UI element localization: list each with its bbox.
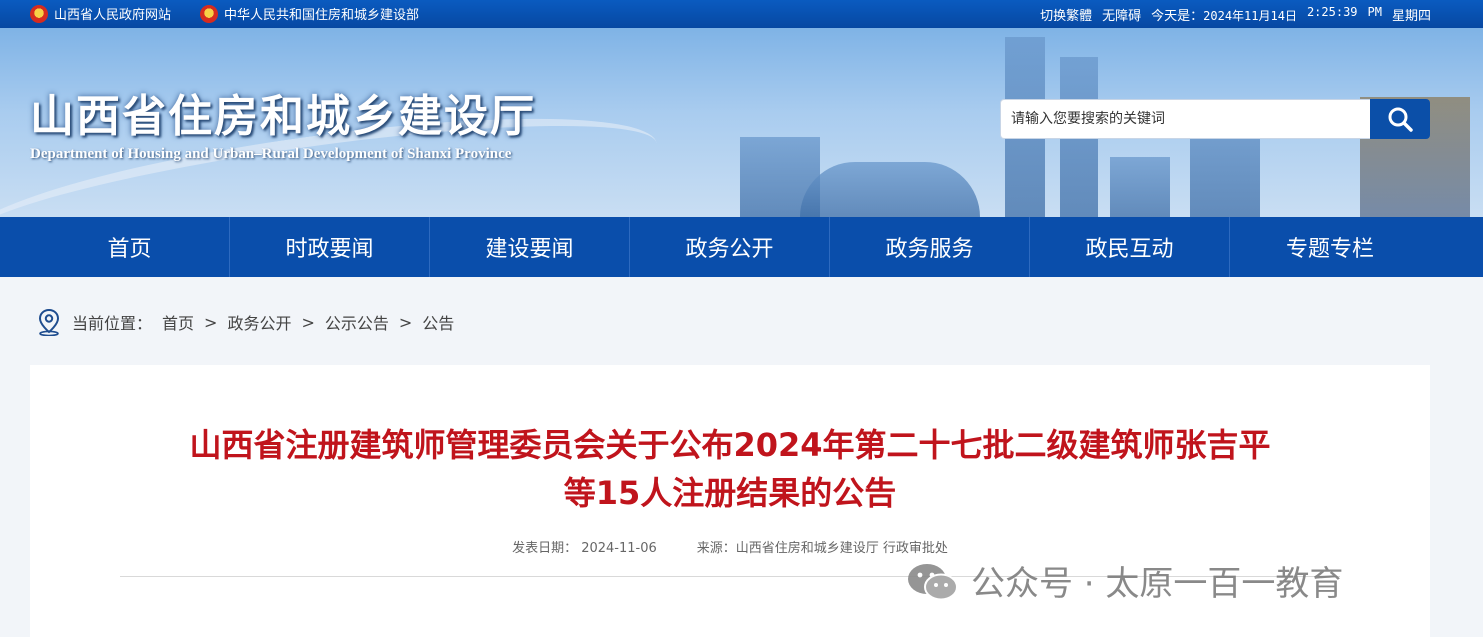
nav-item-government-affairs[interactable]: 政务公开	[630, 217, 830, 277]
main-nav: 首页 时政要闻 建设要闻 政务公开 政务服务 政民互动 专题专栏	[0, 217, 1483, 277]
site-banner: 山西省住房和城乡建设厅 Department of Housing and Ur…	[0, 28, 1483, 217]
nav-item-home[interactable]: 首页	[30, 217, 230, 277]
article-source: 来源：山西省住房和城乡建设厅 行政审批处	[696, 541, 948, 556]
nav-item-construction-news[interactable]: 建设要闻	[430, 217, 630, 277]
wechat-watermark: 公众号 · 太原一百一教育	[905, 556, 1343, 605]
location-pin-icon	[38, 308, 60, 336]
banner-building	[1110, 157, 1170, 217]
today-label: 今天是：2024年11月14日	[1151, 9, 1297, 24]
search-input[interactable]	[1000, 99, 1370, 139]
top-bar: 山西省人民政府网站 中华人民共和国住房和城乡建设部 切换繁體 无障碍 今天是：2…	[0, 0, 1483, 28]
search-bar	[1000, 99, 1430, 139]
nav-item-special-topics[interactable]: 专题专栏	[1230, 217, 1430, 277]
current-date: 2024年11月14日	[1203, 9, 1297, 23]
watermark-text: 公众号 · 太原一百一教育	[971, 564, 1344, 604]
national-emblem-icon	[200, 4, 218, 23]
nav-item-current-affairs[interactable]: 时政要闻	[230, 217, 430, 277]
current-time: 2:25:39	[1306, 5, 1358, 19]
top-bar-right: 切换繁體 无障碍 今天是：2024年11月14日 2:25:39 PM 星期四	[1040, 5, 1431, 24]
current-weekday: 星期四	[1391, 9, 1431, 24]
breadcrumb-separator: >	[398, 312, 413, 332]
article-title-line-1: 山西省注册建筑师管理委员会关于公布2024年第二十七批二级建筑师张吉平	[189, 426, 1271, 464]
article-title: 山西省注册建筑师管理委员会关于公布2024年第二十七批二级建筑师张吉平 等15人…	[90, 421, 1370, 517]
current-ampm: PM	[1367, 5, 1382, 19]
mohurd-link-label[interactable]: 中华人民共和国住房和城乡建设部	[224, 4, 419, 23]
breadcrumb-label: 当前位置：	[72, 314, 153, 333]
nav-item-public-interaction[interactable]: 政民互动	[1030, 217, 1230, 277]
site-subtitle-en: Department of Housing and Urban–Rural De…	[30, 146, 512, 162]
breadcrumb-item-government-affairs[interactable]: 政务公开	[227, 310, 291, 334]
breadcrumb-item-announcement[interactable]: 公告	[422, 310, 454, 334]
nav-item-government-services[interactable]: 政务服务	[830, 217, 1030, 277]
search-button[interactable]	[1370, 99, 1430, 139]
site-title[interactable]: 山西省住房和城乡建设厅	[30, 80, 536, 144]
gov-site-link[interactable]: 山西省人民政府网站	[30, 4, 171, 23]
wechat-icon	[908, 563, 958, 600]
publish-date: 发表日期： 2024-11-06	[512, 541, 657, 556]
breadcrumb-item-notices[interactable]: 公示公告	[325, 310, 389, 334]
accessibility-link[interactable]: 无障碍	[1102, 5, 1141, 24]
breadcrumb-separator: >	[301, 312, 315, 332]
gov-site-link-label[interactable]: 山西省人民政府网站	[54, 4, 171, 23]
search-icon	[1388, 107, 1413, 132]
article-title-line-2: 等15人注册结果的公告	[563, 474, 897, 512]
banner-building	[800, 162, 980, 217]
traditional-chinese-toggle[interactable]: 切换繁體	[1040, 5, 1092, 24]
breadcrumb-separator: >	[204, 312, 218, 332]
article-meta: 发表日期： 2024-11-06 来源：山西省住房和城乡建设厅 行政审批处	[30, 537, 1430, 556]
national-emblem-icon	[30, 4, 48, 23]
breadcrumb-item-home[interactable]: 首页	[162, 310, 194, 334]
mohurd-link[interactable]: 中华人民共和国住房和城乡建设部	[200, 4, 419, 23]
breadcrumb: 当前位置： 首页 > 政务公开 > 公示公告 > 公告	[36, 308, 454, 336]
